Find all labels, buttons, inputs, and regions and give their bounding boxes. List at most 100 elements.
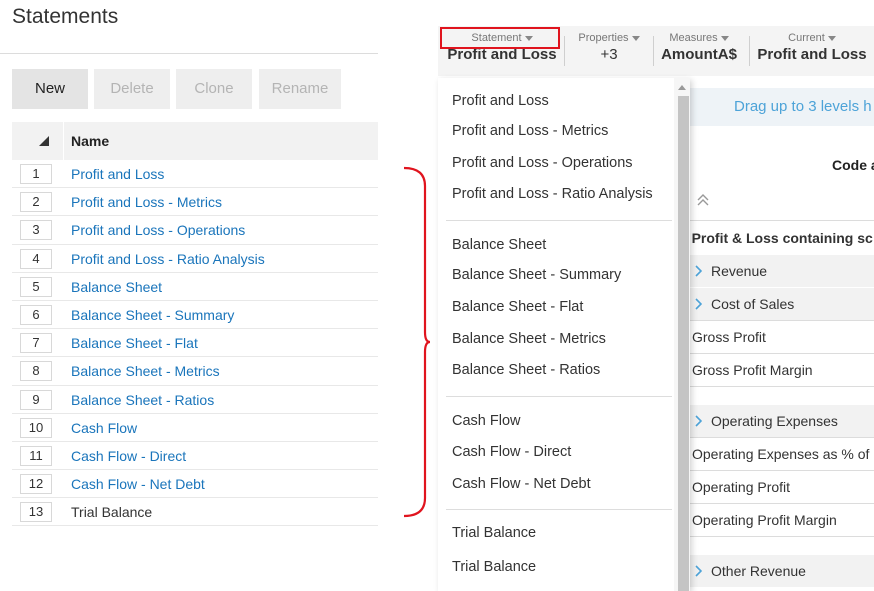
caret-down-icon bbox=[631, 35, 640, 41]
column-divider bbox=[63, 122, 64, 160]
clone-button[interactable]: Clone bbox=[176, 69, 252, 109]
scroll-up-icon[interactable] bbox=[678, 85, 686, 90]
dropdown-item[interactable]: Cash Flow - Direct bbox=[452, 444, 571, 460]
highlight-box bbox=[440, 27, 560, 49]
statement-link[interactable]: Balance Sheet bbox=[71, 279, 162, 295]
dropdown-item[interactable]: Profit and Loss bbox=[452, 93, 549, 109]
dropdown-item[interactable]: Profit and Loss - Ratio Analysis bbox=[452, 186, 653, 202]
divider bbox=[690, 320, 874, 321]
dropdown-item[interactable]: Cash Flow - Net Debt bbox=[452, 476, 591, 492]
table-row[interactable]: 12 Cash Flow - Net Debt bbox=[12, 470, 378, 499]
code-column-header: Code a bbox=[832, 157, 874, 173]
statement-link[interactable]: Balance Sheet - Ratios bbox=[71, 392, 214, 408]
row-number: 11 bbox=[20, 445, 52, 466]
divider bbox=[690, 536, 874, 537]
table-row[interactable]: 6 Balance Sheet - Summary bbox=[12, 301, 378, 330]
statement-dropdown: Profit and Loss Profit and Loss - Metric… bbox=[438, 78, 690, 591]
properties-selector[interactable]: Properties +3 bbox=[568, 26, 650, 76]
statement-link[interactable]: Trial Balance bbox=[71, 504, 152, 520]
dropdown-item[interactable]: Cash Flow bbox=[452, 413, 521, 429]
row-number: 12 bbox=[20, 474, 52, 495]
table-header: Name bbox=[12, 122, 378, 160]
delete-button[interactable]: Delete bbox=[94, 69, 170, 109]
scrollbar-thumb[interactable] bbox=[678, 96, 689, 591]
expand-icon[interactable] bbox=[694, 265, 702, 277]
table-row[interactable]: 7 Balance Sheet - Flat bbox=[12, 329, 378, 358]
separator bbox=[564, 36, 565, 66]
properties-caption: Properties bbox=[578, 32, 629, 44]
new-button[interactable]: New bbox=[12, 69, 88, 109]
statement-link[interactable]: Profit and Loss - Metrics bbox=[71, 194, 222, 210]
dropdown-item[interactable]: Trial Balance bbox=[452, 525, 536, 541]
statements-panel: Statements New Delete Clone Rename Name … bbox=[0, 0, 380, 591]
statement-link[interactable]: Profit and Loss bbox=[71, 166, 164, 182]
statement-link[interactable]: Balance Sheet - Flat bbox=[71, 335, 198, 351]
divider bbox=[690, 220, 874, 221]
table-row[interactable]: 9 Balance Sheet - Ratios bbox=[12, 386, 378, 414]
page-title: Statements bbox=[12, 5, 119, 28]
report-row: Operating Expenses as % of R bbox=[692, 446, 874, 462]
divider bbox=[0, 53, 378, 54]
report-row: Revenue bbox=[711, 263, 768, 279]
table-row[interactable]: 10 Cash Flow bbox=[12, 414, 378, 442]
collapse-all-icon[interactable] bbox=[696, 193, 710, 207]
row-number: 9 bbox=[20, 389, 52, 410]
row-number: 8 bbox=[20, 361, 52, 382]
statement-link[interactable]: Cash Flow - Net Debt bbox=[71, 476, 205, 492]
report-panel: Statement Profit and Loss Properties +3 … bbox=[438, 0, 874, 591]
divider bbox=[690, 503, 874, 504]
row-number: 13 bbox=[20, 502, 52, 523]
row-number: 1 bbox=[20, 164, 52, 184]
caret-down-icon bbox=[720, 35, 729, 41]
dropdown-item[interactable]: Balance Sheet - Summary bbox=[452, 267, 621, 283]
dropdown-item[interactable]: Balance Sheet bbox=[452, 237, 546, 253]
table-row[interactable]: 5 Balance Sheet bbox=[12, 273, 378, 301]
table-row[interactable]: 11 Cash Flow - Direct bbox=[12, 442, 378, 471]
name-column-header[interactable]: Name bbox=[71, 133, 109, 149]
row-number: 7 bbox=[20, 333, 52, 354]
table-row[interactable]: 2 Profit and Loss - Metrics bbox=[12, 188, 378, 217]
divider bbox=[690, 353, 874, 354]
report-row: Operating Profit Margin bbox=[692, 512, 837, 528]
current-selector[interactable]: Current Profit and Loss bbox=[752, 26, 872, 76]
group-title: al Profit & Loss containing sc bbox=[676, 230, 873, 246]
dropdown-item[interactable]: Profit and Loss - Operations bbox=[452, 155, 633, 171]
separator bbox=[749, 36, 750, 66]
dropdown-item[interactable]: Balance Sheet - Ratios bbox=[452, 362, 600, 378]
statement-link[interactable]: Cash Flow bbox=[71, 420, 137, 436]
measures-caption: Measures bbox=[669, 32, 718, 44]
measures-selector[interactable]: Measures AmountA$ bbox=[657, 26, 741, 76]
sort-icon[interactable] bbox=[39, 136, 49, 146]
divider bbox=[690, 470, 874, 471]
dropdown-separator bbox=[446, 220, 672, 221]
dropdown-item[interactable]: Trial Balance bbox=[452, 559, 536, 575]
statement-link[interactable]: Balance Sheet - Summary bbox=[71, 307, 234, 323]
report-row: Gross Profit bbox=[692, 329, 766, 345]
row-number: 6 bbox=[20, 304, 52, 325]
properties-value: +3 bbox=[600, 46, 618, 63]
dropdown-separator bbox=[446, 396, 672, 397]
report-row: Gross Profit Margin bbox=[692, 362, 813, 378]
rename-button[interactable]: Rename bbox=[259, 69, 341, 109]
dropdown-item[interactable]: Balance Sheet - Flat bbox=[452, 299, 583, 315]
report-row: Cost of Sales bbox=[711, 296, 795, 312]
expand-icon[interactable] bbox=[694, 415, 702, 427]
statement-link[interactable]: Profit and Loss - Operations bbox=[71, 222, 245, 238]
statement-link[interactable]: Cash Flow - Direct bbox=[71, 448, 186, 464]
dropdown-item[interactable]: Balance Sheet - Metrics bbox=[452, 331, 606, 347]
row-number: 5 bbox=[20, 276, 52, 297]
table-row[interactable]: 8 Balance Sheet - Metrics bbox=[12, 357, 378, 386]
row-number: 10 bbox=[20, 417, 52, 438]
table-row[interactable]: 13 Trial Balance bbox=[12, 498, 378, 527]
row-number: 3 bbox=[20, 220, 52, 241]
current-value: Profit and Loss bbox=[757, 46, 867, 63]
statement-link[interactable]: Balance Sheet - Metrics bbox=[71, 363, 220, 379]
table-row[interactable]: 3 Profit and Loss - Operations bbox=[12, 216, 378, 245]
dropdown-item[interactable]: Profit and Loss - Metrics bbox=[452, 123, 608, 139]
table-row[interactable]: 1 Profit and Loss bbox=[12, 160, 378, 189]
expand-icon[interactable] bbox=[694, 298, 702, 310]
table-row[interactable]: 4 Profit and Loss - Ratio Analysis bbox=[12, 245, 378, 273]
expand-icon[interactable] bbox=[694, 565, 702, 577]
report-row: Other Revenue bbox=[711, 563, 806, 579]
statement-link[interactable]: Profit and Loss - Ratio Analysis bbox=[71, 251, 265, 267]
